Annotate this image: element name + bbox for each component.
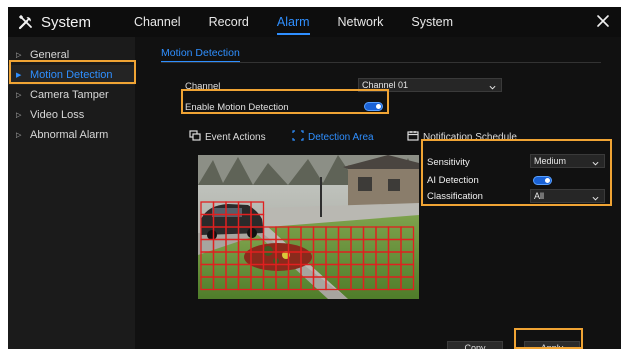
detection-area-icon — [292, 130, 304, 144]
tab-alarm[interactable]: Alarm — [263, 7, 324, 37]
sensitivity-value: Medium — [534, 156, 567, 166]
sidebar-item-label: Camera Tamper — [30, 89, 109, 101]
sidebar-item-video-loss[interactable]: ▷ Video Loss — [8, 105, 135, 125]
triangle-right-icon: ▷ — [16, 92, 22, 99]
channel-label: Channel — [185, 81, 221, 92]
copy-button[interactable]: Copy — [447, 341, 503, 349]
triangle-right-icon: ▷ — [16, 132, 22, 139]
sidebar-item-label: General — [30, 49, 70, 61]
channel-select-value: Channel 01 — [362, 80, 409, 90]
chevron-down-icon — [592, 193, 599, 201]
settings-window: System Channel Record Alarm Network Syst… — [8, 7, 621, 349]
triangle-right-icon: ▷ — [16, 112, 22, 119]
tab-system[interactable]: System — [397, 7, 467, 37]
enable-motion-toggle[interactable] — [364, 102, 383, 111]
classification-label: Classification — [427, 191, 483, 202]
subtab-motion-detection[interactable]: Motion Detection — [161, 47, 240, 62]
app-title-text: System — [41, 13, 92, 31]
sidebar: ▷ General ▶ Motion Detection ▷ Camera Ta… — [8, 37, 135, 349]
sidebar-item-motion-detection[interactable]: ▶ Motion Detection — [8, 65, 135, 85]
tab-event-actions[interactable]: Event Actions — [189, 130, 266, 144]
tab-label: Event Actions — [205, 131, 266, 143]
apply-button[interactable]: Apply — [524, 341, 580, 349]
chevron-down-icon — [592, 158, 599, 166]
sensitivity-select[interactable]: Medium — [530, 154, 605, 168]
event-actions-icon — [189, 130, 201, 144]
chevron-down-icon — [489, 82, 496, 90]
tab-network[interactable]: Network — [324, 7, 398, 37]
sidebar-item-label: Motion Detection — [30, 69, 113, 81]
sidebar-item-general[interactable]: ▷ General — [8, 45, 135, 65]
ai-detection-label: AI Detection — [427, 175, 479, 186]
camera-preview-image — [198, 155, 419, 299]
triangle-right-icon: ▷ — [16, 52, 22, 59]
app-title: System — [8, 14, 120, 31]
sidebar-item-label: Video Loss — [30, 109, 85, 121]
tab-label: Detection Area — [308, 131, 374, 143]
classification-value: All — [534, 191, 545, 201]
triangle-right-icon: ▶ — [16, 72, 22, 79]
tab-detection-area[interactable]: Detection Area — [292, 130, 374, 144]
settings-panel: Sensitivity Medium AI Detection Classifi… — [421, 145, 617, 209]
camera-preview[interactable] — [198, 155, 419, 299]
tab-label: Notification Schedule — [423, 131, 517, 143]
tab-record[interactable]: Record — [195, 7, 263, 37]
main-panel: Motion Detection Channel Channel 01 Enab… — [135, 37, 621, 349]
classification-select[interactable]: All — [530, 189, 605, 203]
tools-icon — [18, 14, 34, 30]
sidebar-item-camera-tamper[interactable]: ▷ Camera Tamper — [8, 85, 135, 105]
ai-detection-toggle[interactable] — [533, 176, 552, 185]
divider — [161, 62, 601, 63]
calendar-icon — [407, 130, 419, 144]
channel-select[interactable]: Channel 01 — [358, 78, 502, 92]
sidebar-item-abnormal-alarm[interactable]: ▷ Abnormal Alarm — [8, 125, 135, 145]
sensitivity-label: Sensitivity — [427, 157, 470, 168]
sidebar-item-label: Abnormal Alarm — [30, 129, 109, 141]
tab-channel[interactable]: Channel — [120, 7, 195, 37]
close-icon[interactable] — [595, 13, 611, 29]
tab-notification-schedule[interactable]: Notification Schedule — [407, 130, 517, 144]
top-bar: System Channel Record Alarm Network Syst… — [8, 7, 621, 37]
enable-motion-label: Enable Motion Detection — [185, 102, 289, 113]
